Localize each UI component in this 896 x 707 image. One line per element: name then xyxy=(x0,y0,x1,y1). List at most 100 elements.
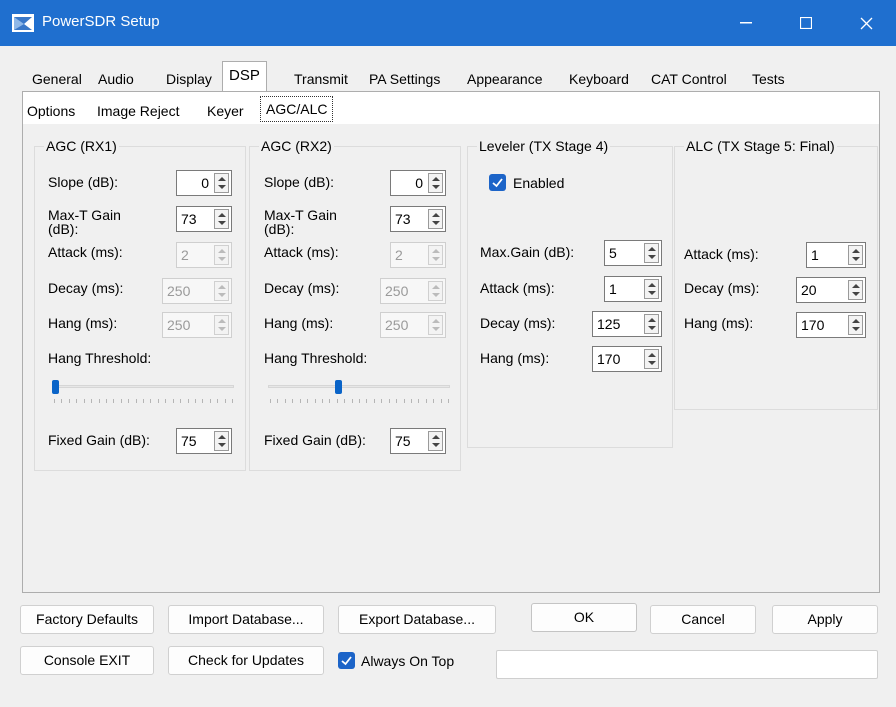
alc-attack-label: Attack (ms): xyxy=(684,246,759,262)
spinner-arrows-icon[interactable] xyxy=(848,245,863,265)
console-exit-button[interactable]: Console EXIT xyxy=(20,646,154,675)
tab-display[interactable]: Display xyxy=(160,66,218,92)
rx1-fixed-gain-spinner[interactable]: 75 xyxy=(176,428,232,454)
spinner-arrows-icon[interactable] xyxy=(214,245,229,265)
spinner-arrows-icon[interactable] xyxy=(428,209,443,229)
ok-button[interactable]: OK xyxy=(531,603,637,632)
rx2-hang-label: Hang (ms): xyxy=(264,315,334,331)
rx1-max-gain-spinner[interactable]: 73 xyxy=(176,206,232,232)
tab-general[interactable]: General xyxy=(26,66,88,92)
leveler-attack-spinner[interactable]: 1 xyxy=(604,276,662,302)
subtab-image-reject[interactable]: Image Reject xyxy=(92,99,184,123)
slider-track xyxy=(52,385,234,388)
subtab-agc-alc[interactable]: AGC/ALC xyxy=(260,96,334,122)
rx2-attack-spinner[interactable]: 2 xyxy=(390,242,446,268)
alc-hang-value: 170 xyxy=(801,317,825,333)
slider-tick xyxy=(99,399,100,403)
tab-transmit[interactable]: Transmit xyxy=(288,66,354,92)
rx2-max-gain-spinner[interactable]: 73 xyxy=(390,206,446,232)
maximize-button[interactable] xyxy=(776,0,836,46)
export-database-button[interactable]: Export Database... xyxy=(338,605,496,634)
tab-audio[interactable]: Audio xyxy=(92,66,140,92)
spinner-arrows-icon[interactable] xyxy=(848,280,863,300)
rx2-fixed-gain-spinner[interactable]: 75 xyxy=(390,428,446,454)
slider-tick xyxy=(389,399,390,403)
rx1-slope-label: Slope (dB): xyxy=(48,174,119,190)
rx1-slope-value: 0 xyxy=(201,175,209,191)
leveler-max-gain-label: Max.Gain (dB): xyxy=(480,244,575,260)
close-button[interactable] xyxy=(836,0,896,46)
tab-dsp[interactable]: DSP xyxy=(222,61,267,91)
rx1-hang-threshold-slider[interactable] xyxy=(52,380,234,406)
spinner-arrows-icon[interactable] xyxy=(214,281,229,301)
spinner-arrows-icon[interactable] xyxy=(428,431,443,451)
factory-defaults-button[interactable]: Factory Defaults xyxy=(20,605,154,634)
always-on-top-checkbox[interactable] xyxy=(338,652,355,669)
apply-button[interactable]: Apply xyxy=(772,605,878,634)
slider-tick xyxy=(352,399,353,403)
slider-tick xyxy=(158,399,159,403)
slider-thumb[interactable] xyxy=(52,380,59,394)
spinner-arrows-icon[interactable] xyxy=(644,243,659,263)
sub-tab-strip: Options Image Reject Keyer AGC/ALC xyxy=(22,96,362,125)
leveler-enabled-checkbox[interactable] xyxy=(489,174,506,191)
minimize-button[interactable] xyxy=(716,0,776,46)
rx2-decay-spinner[interactable]: 250 xyxy=(380,278,446,304)
spinner-arrows-icon[interactable] xyxy=(428,315,443,335)
rx2-hang-threshold-slider[interactable] xyxy=(268,380,450,406)
alc-attack-spinner[interactable]: 1 xyxy=(806,242,866,268)
alc-hang-spinner[interactable]: 170 xyxy=(796,312,866,338)
spinner-arrows-icon[interactable] xyxy=(428,173,443,193)
slider-tick xyxy=(232,399,233,403)
cancel-button[interactable]: Cancel xyxy=(650,605,756,634)
rx1-decay-label: Decay (ms): xyxy=(48,280,124,296)
spinner-arrows-icon[interactable] xyxy=(644,349,659,369)
leveler-enabled-label: Enabled xyxy=(513,175,565,191)
alc-decay-spinner[interactable]: 20 xyxy=(796,277,866,303)
spinner-arrows-icon[interactable] xyxy=(214,431,229,451)
leveler-decay-label: Decay (ms): xyxy=(480,315,556,331)
rx1-fixed-gain-label: Fixed Gain (dB): xyxy=(48,432,150,448)
slider-tick xyxy=(285,399,286,403)
spinner-arrows-icon[interactable] xyxy=(214,209,229,229)
subtab-keyer[interactable]: Keyer xyxy=(202,99,249,123)
tab-pa-settings[interactable]: PA Settings xyxy=(363,66,446,92)
tab-appearance[interactable]: Appearance xyxy=(461,66,549,92)
tab-cat-control[interactable]: CAT Control xyxy=(645,66,733,92)
tab-keyboard[interactable]: Keyboard xyxy=(563,66,635,92)
spinner-arrows-icon[interactable] xyxy=(644,279,659,299)
alc-hang-label: Hang (ms): xyxy=(684,315,754,331)
rx2-slope-label: Slope (dB): xyxy=(264,174,335,190)
check-updates-button[interactable]: Check for Updates xyxy=(168,646,324,675)
spinner-arrows-icon[interactable] xyxy=(428,281,443,301)
subtab-options[interactable]: Options xyxy=(22,99,80,123)
rx2-slope-spinner[interactable]: 0 xyxy=(390,170,446,196)
rx2-hang-threshold-label: Hang Threshold: xyxy=(264,350,368,366)
spinner-arrows-icon[interactable] xyxy=(214,315,229,335)
minimize-icon xyxy=(740,22,752,24)
slider-tick xyxy=(344,399,345,403)
rx1-hang-spinner[interactable]: 250 xyxy=(162,312,232,338)
tab-tests[interactable]: Tests xyxy=(746,66,791,92)
spinner-arrows-icon[interactable] xyxy=(644,314,659,334)
rx1-decay-spinner[interactable]: 250 xyxy=(162,278,232,304)
spinner-arrows-icon[interactable] xyxy=(428,245,443,265)
leveler-max-gain-spinner[interactable]: 5 xyxy=(604,240,662,266)
rx1-attack-spinner[interactable]: 2 xyxy=(176,242,232,268)
leveler-hang-spinner[interactable]: 170 xyxy=(592,346,662,372)
leveler-decay-spinner[interactable]: 125 xyxy=(592,311,662,337)
leveler-max-gain-value: 5 xyxy=(609,245,617,261)
slider-tick xyxy=(61,399,62,403)
slider-thumb[interactable] xyxy=(335,380,342,394)
slider-tick xyxy=(54,399,55,403)
spinner-arrows-icon[interactable] xyxy=(848,315,863,335)
rx1-decay-value: 250 xyxy=(167,283,191,299)
spinner-arrows-icon[interactable] xyxy=(214,173,229,193)
checkmark-icon xyxy=(492,178,503,188)
rx1-slope-spinner[interactable]: 0 xyxy=(176,170,232,196)
rx2-hang-spinner[interactable]: 250 xyxy=(380,312,446,338)
maximize-icon xyxy=(800,17,812,29)
slider-tick xyxy=(173,399,174,403)
title-bar[interactable]: PowerSDR Setup xyxy=(0,0,896,46)
import-database-button[interactable]: Import Database... xyxy=(168,605,324,634)
